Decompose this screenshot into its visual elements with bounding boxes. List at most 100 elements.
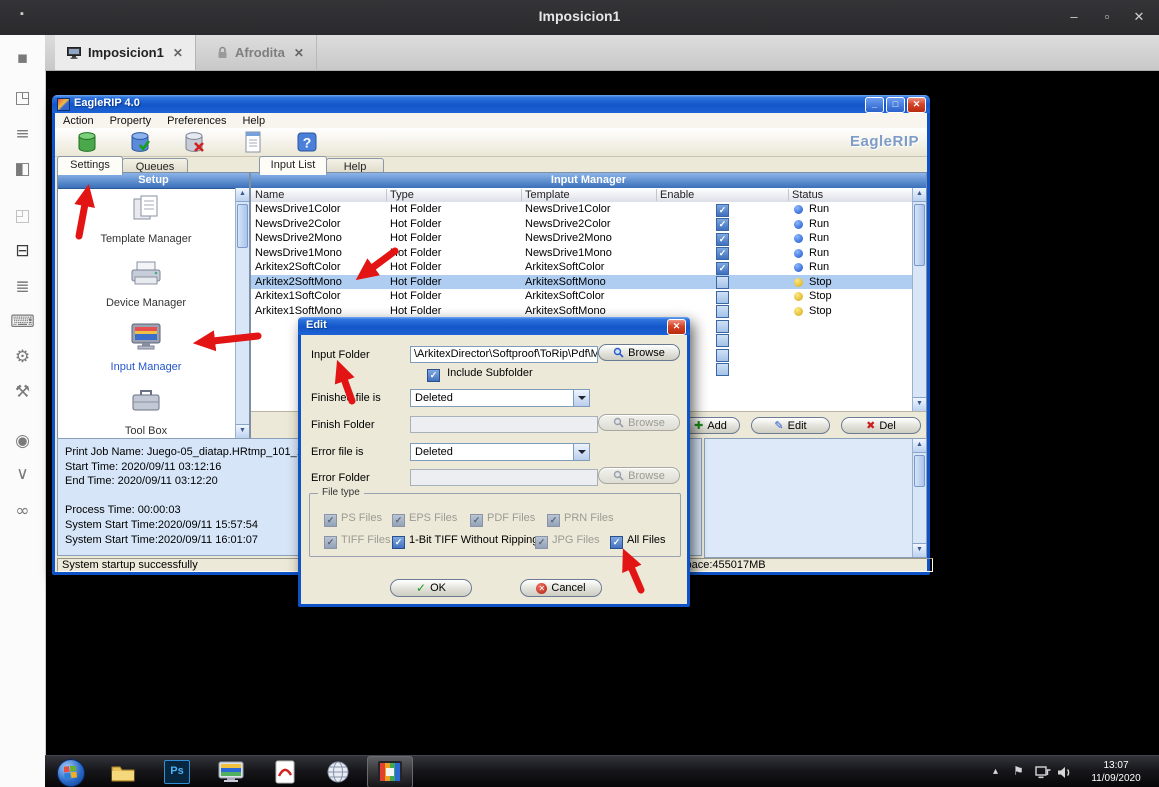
table-row[interactable]: NewsDrive2ColorHot FolderNewsDrive2Color… [251, 217, 913, 232]
checkbox-checked-icon[interactable]: ✓ [610, 536, 623, 549]
enable-checkbox[interactable]: ✓ [716, 218, 729, 231]
enable-checkbox[interactable]: ✓ [716, 247, 729, 260]
taskbar-active-app-button[interactable] [367, 756, 413, 787]
enable-checkbox[interactable] [716, 305, 729, 318]
database-remove-icon[interactable] [182, 130, 206, 154]
enable-checkbox[interactable] [716, 349, 729, 362]
log-scrollbar[interactable]: ▲ ▼ [912, 439, 926, 557]
checkbox-checked-icon[interactable]: ✓ [427, 369, 440, 382]
monitor-icon[interactable]: ⊟ [0, 238, 45, 264]
screenshot-icon[interactable]: ◉ [0, 428, 45, 454]
table-scrollbar[interactable]: ▲ ▼ [912, 188, 926, 411]
scroll-up-icon[interactable]: ▲ [913, 188, 926, 202]
taskbar-photoshop-button[interactable]: Ps [155, 756, 199, 787]
list-icon[interactable]: ≣ [0, 274, 45, 300]
scroll-thumb[interactable] [237, 204, 248, 248]
outer-maximize-button[interactable]: ▫ [1097, 9, 1117, 24]
column-header-enable[interactable]: Enable [660, 189, 694, 201]
table-row[interactable]: Arkitex2SoftMonoHot FolderArkitexSoftMon… [251, 275, 913, 290]
scroll-down-icon[interactable]: ▼ [913, 397, 926, 411]
tray-flag-icon[interactable]: ⚑ [1013, 764, 1024, 778]
cancel-button[interactable]: ✕ Cancel [520, 579, 602, 597]
column-header-name[interactable]: Name [255, 189, 284, 201]
table-row[interactable]: NewsDrive2MonoHot FolderNewsDrive2Mono✓R… [251, 231, 913, 246]
table-row[interactable]: Arkitex2SoftColorHot FolderArkitexSoftCo… [251, 260, 913, 275]
setup-scrollbar[interactable]: ▲ ▼ [235, 188, 249, 438]
fullscreen-icon[interactable]: ◳ [0, 85, 45, 111]
enable-checkbox[interactable]: ✓ [716, 233, 729, 246]
include-subfolder-checkbox[interactable]: ✓ Include Subfolder [427, 367, 533, 382]
setup-item-template-manager[interactable]: Template Manager [58, 193, 234, 247]
tab-settings[interactable]: Settings [57, 156, 123, 175]
menu-item-action[interactable]: Action [55, 115, 102, 127]
setup-item-device-manager[interactable]: Device Manager [58, 257, 234, 311]
outer-minimize-button[interactable]: – [1064, 9, 1084, 24]
minimize-button[interactable]: _ [865, 97, 884, 113]
ok-button[interactable]: ✓ OK [390, 579, 472, 597]
start-button[interactable] [57, 759, 85, 787]
settings-gear-icon[interactable]: ⚙ [0, 344, 45, 370]
database-add-icon[interactable] [75, 130, 99, 154]
database-check-icon[interactable] [128, 130, 152, 154]
table-row[interactable]: NewsDrive1ColorHot FolderNewsDrive1Color… [251, 202, 913, 217]
scroll-thumb[interactable] [914, 204, 925, 266]
tab-imposicion1[interactable]: Imposicion1 ✕ [55, 35, 196, 70]
column-header-status[interactable]: Status [792, 189, 823, 201]
taskbar-browser-button[interactable] [316, 756, 360, 787]
edit-dialog-titlebar[interactable]: Edit ✕ [298, 317, 690, 335]
close-tab-icon[interactable]: ✕ [292, 46, 304, 60]
eaglerip-titlebar[interactable]: EagleRIP 4.0 _ □ ✕ [52, 95, 930, 113]
dropdown-arrow-icon[interactable] [573, 444, 589, 460]
enable-checkbox[interactable]: ✓ [716, 262, 729, 275]
enable-checkbox[interactable] [716, 276, 729, 289]
table-row[interactable]: Arkitex1SoftMonoHot FolderArkitexSoftMon… [251, 304, 913, 319]
enable-checkbox[interactable] [716, 320, 729, 333]
taskbar-explorer-button[interactable] [101, 756, 145, 787]
checkbox-checked-icon[interactable]: ✓ [392, 536, 405, 549]
tray-clock[interactable]: 13:07 11/09/2020 [1080, 759, 1152, 785]
tab-input-list[interactable]: Input List [259, 156, 327, 175]
enable-checkbox[interactable] [716, 334, 729, 347]
network-icon[interactable] [1035, 766, 1051, 779]
scroll-down-icon[interactable]: ▼ [913, 543, 926, 557]
enable-checkbox[interactable] [716, 363, 729, 376]
document-icon[interactable] [241, 130, 265, 154]
split-window-icon[interactable]: ◧ [0, 156, 45, 182]
outer-close-button[interactable]: ✕ [1129, 9, 1149, 25]
del-button[interactable]: ✖Del [841, 417, 921, 434]
close-tab-icon[interactable]: ✕ [171, 46, 183, 60]
finished-file-select[interactable]: Deleted [410, 389, 590, 407]
browse-input-folder-button[interactable]: Browse [598, 344, 680, 361]
scroll-up-icon[interactable]: ▲ [913, 439, 926, 453]
filetype-1-bit-tiff-without-ripping[interactable]: ✓1-Bit TIFF Without Ripping [392, 534, 538, 549]
tools-icon[interactable]: ⚒ [0, 379, 45, 405]
taskbar-pdf-button[interactable] [263, 756, 307, 787]
tray-chevron-icon[interactable]: ▴ [993, 766, 998, 777]
error-file-select[interactable]: Deleted [410, 443, 590, 461]
enable-checkbox[interactable]: ✓ [716, 204, 729, 217]
table-row[interactable]: NewsDrive1MonoHot FolderNewsDrive1Mono✓R… [251, 246, 913, 261]
table-row[interactable]: Arkitex1SoftColorHot FolderArkitexSoftCo… [251, 289, 913, 304]
maximize-button[interactable]: □ [886, 97, 905, 113]
menu-item-property[interactable]: Property [102, 115, 160, 127]
chevron-down-icon[interactable]: ∨ [0, 461, 45, 487]
tab-afrodita[interactable]: Afrodita ✕ [205, 35, 317, 70]
close-button[interactable]: ✕ [907, 97, 926, 113]
speaker-icon[interactable] [1057, 766, 1072, 779]
keyboard-icon[interactable]: ⌨ [0, 309, 45, 335]
scroll-down-icon[interactable]: ▼ [236, 424, 249, 438]
edit-button[interactable]: ✎Edit [751, 417, 830, 434]
input-folder-field[interactable]: \ArkitexDirector\Softproof\ToRip\Pdf\Mon… [410, 346, 598, 363]
scroll-up-icon[interactable]: ▲ [236, 188, 249, 202]
setup-item-input-manager[interactable]: Input Manager [58, 321, 234, 375]
menu-item-preferences[interactable]: Preferences [159, 115, 234, 127]
scale-display-icon[interactable]: ◰ [0, 203, 45, 229]
dropdown-arrow-icon[interactable] [573, 390, 589, 406]
column-header-type[interactable]: Type [390, 189, 414, 201]
dialog-close-button[interactable]: ✕ [667, 319, 686, 335]
column-header-template[interactable]: Template [525, 189, 570, 201]
link-icon[interactable]: ∞ [0, 498, 45, 524]
grip-icon[interactable]: ▪ [0, 45, 45, 71]
menu-item-help[interactable]: Help [234, 115, 273, 127]
taskbar-display-app-button[interactable] [209, 756, 253, 787]
